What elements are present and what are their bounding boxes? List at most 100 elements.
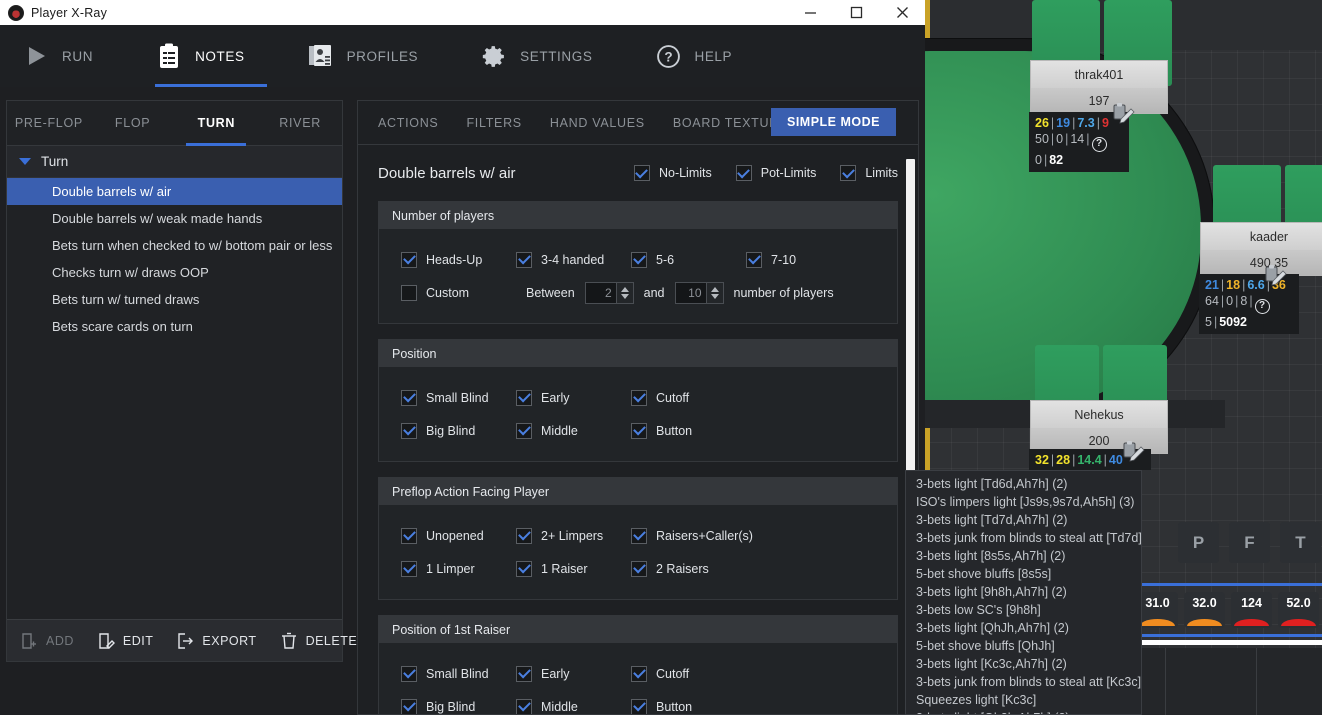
- checkbox-position-button-box[interactable]: [631, 422, 647, 439]
- checkbox-1-raiser[interactable]: 1 Raiser: [516, 560, 588, 577]
- max-players-stepper[interactable]: [674, 281, 724, 304]
- checkbox-3-4-handed-box[interactable]: [516, 251, 532, 268]
- nav-item-help[interactable]: ? HELP: [654, 25, 754, 87]
- checkbox-position-small-blind-box[interactable]: [401, 389, 417, 406]
- stat-chip[interactable]: 32.0: [1184, 592, 1225, 628]
- checkbox-position-cutoff-box[interactable]: [631, 389, 647, 406]
- checkbox-raiser-button-box[interactable]: [631, 698, 647, 714]
- delete-note-button[interactable]: DELETE: [279, 631, 358, 651]
- tab-actions[interactable]: ACTIONS: [364, 116, 452, 130]
- add-note-button[interactable]: ADD: [19, 631, 74, 651]
- nav-item-profiles[interactable]: PROFILES: [307, 25, 441, 87]
- checkbox-7-10-box[interactable]: [746, 251, 762, 268]
- checkbox-5-6-box[interactable]: [631, 251, 647, 268]
- seat-nehekus[interactable]: Nehekus 200: [1030, 400, 1168, 454]
- tab-river[interactable]: RIVER: [258, 101, 342, 145]
- checkbox-1-limper-box[interactable]: [401, 560, 417, 577]
- checkbox-raiser-small-blind[interactable]: Small Blind: [401, 665, 489, 682]
- list-item[interactable]: Double barrels w/ weak made hands: [7, 205, 342, 232]
- min-players-arrows[interactable]: [615, 282, 633, 303]
- simple-mode-button[interactable]: SIMPLE MODE: [771, 108, 896, 136]
- checkbox-position-big-blind[interactable]: Big Blind: [401, 422, 475, 439]
- min-players-stepper[interactable]: [584, 281, 634, 304]
- checkbox-3-4-handed[interactable]: 3-4 handed: [516, 251, 604, 268]
- edit-note-button[interactable]: EDIT: [96, 631, 153, 651]
- checkbox-raiser-cutoff-box[interactable]: [631, 665, 647, 682]
- checkbox-unopened-box[interactable]: [401, 527, 417, 544]
- checkbox-custom-box[interactable]: [401, 284, 417, 301]
- checkbox-5-6[interactable]: 5-6: [631, 251, 674, 268]
- max-players-input[interactable]: [675, 282, 706, 303]
- close-icon[interactable]: [879, 0, 925, 25]
- seat-kaader[interactable]: kaader 490.35: [1200, 222, 1322, 276]
- tab-preflop[interactable]: PRE-FLOP: [7, 101, 91, 145]
- checkbox-pot-limits[interactable]: Pot-Limits: [735, 165, 816, 181]
- max-players-arrows[interactable]: [705, 282, 723, 303]
- list-item[interactable]: Bets turn w/ turned draws: [7, 286, 342, 313]
- checkbox-position-early[interactable]: Early: [516, 389, 569, 406]
- note-pen-icon[interactable]: [1263, 264, 1289, 288]
- tab-flop[interactable]: FLOP: [91, 101, 175, 145]
- checkbox-custom[interactable]: Custom: [401, 284, 469, 301]
- checkbox-2-raisers-box[interactable]: [631, 560, 647, 577]
- stepper-down-icon[interactable]: [710, 293, 719, 299]
- checkbox-no-limits[interactable]: No-Limits: [633, 165, 712, 181]
- checkbox-2-raisers[interactable]: 2 Raisers: [631, 560, 709, 577]
- checkbox-raisers-callers-box[interactable]: [631, 527, 647, 544]
- checkbox-position-cutoff[interactable]: Cutoff: [631, 389, 689, 406]
- min-players-input[interactable]: [585, 282, 616, 303]
- chevron-down-icon[interactable]: [19, 158, 31, 165]
- checkbox-1-raiser-box[interactable]: [516, 560, 532, 577]
- checkbox-position-early-box[interactable]: [516, 389, 532, 406]
- stat-chip[interactable]: 31.0: [1137, 592, 1178, 628]
- checkbox-2-plus-limpers[interactable]: 2+ Limpers: [516, 527, 603, 544]
- checkbox-position-middle[interactable]: Middle: [516, 422, 578, 439]
- nav-item-settings[interactable]: SETTINGS: [480, 25, 614, 87]
- checkbox-position-middle-box[interactable]: [516, 422, 532, 439]
- tab-filters[interactable]: FILTERS: [452, 116, 535, 130]
- checkbox-position-big-blind-box[interactable]: [401, 422, 417, 439]
- checkbox-raiser-big-blind[interactable]: Big Blind: [401, 698, 475, 714]
- tab-turn[interactable]: TURN: [175, 101, 259, 145]
- checkbox-7-10[interactable]: 7-10: [746, 251, 796, 268]
- list-item[interactable]: Checks turn w/ draws OOP: [7, 259, 342, 286]
- question-mark-icon[interactable]: ?: [1091, 136, 1107, 152]
- checkbox-no-limits-box[interactable]: [633, 165, 650, 181]
- checkbox-1-limper[interactable]: 1 Limper: [401, 560, 475, 577]
- checkbox-raisers-callers[interactable]: Raisers+Caller(s): [631, 527, 753, 544]
- checkbox-heads-up-box[interactable]: [401, 251, 417, 268]
- checkbox-unopened[interactable]: Unopened: [401, 527, 484, 544]
- nav-item-run[interactable]: RUN: [22, 25, 115, 87]
- list-item[interactable]: Bets turn when checked to w/ bottom pair…: [7, 232, 342, 259]
- action-button-f[interactable]: F: [1229, 522, 1270, 563]
- seat-thrak401[interactable]: thrak401 197: [1030, 60, 1168, 114]
- checkbox-raiser-big-blind-box[interactable]: [401, 698, 417, 714]
- list-item[interactable]: Double barrels w/ air: [7, 178, 342, 205]
- list-item[interactable]: Bets scare cards on turn: [7, 313, 342, 340]
- action-button-p[interactable]: P: [1178, 522, 1219, 563]
- stepper-up-icon[interactable]: [710, 286, 719, 292]
- checkbox-raiser-middle-box[interactable]: [516, 698, 532, 714]
- stat-chip[interactable]: 124: [1231, 592, 1272, 628]
- question-mark-icon[interactable]: ?: [1254, 298, 1270, 314]
- nav-item-notes[interactable]: NOTES: [155, 25, 267, 87]
- action-button-t[interactable]: T: [1280, 522, 1321, 563]
- checkbox-raiser-cutoff[interactable]: Cutoff: [631, 665, 689, 682]
- stepper-up-icon[interactable]: [620, 286, 629, 292]
- checkbox-raiser-early[interactable]: Early: [516, 665, 569, 682]
- checkbox-raiser-early-box[interactable]: [516, 665, 532, 682]
- checkbox-limits[interactable]: Limits: [840, 165, 898, 181]
- export-note-button[interactable]: EXPORT: [175, 631, 256, 651]
- tab-hand-values[interactable]: HAND VALUES: [536, 116, 659, 130]
- minimize-icon[interactable]: [787, 0, 833, 25]
- checkbox-position-button[interactable]: Button: [631, 422, 692, 439]
- checkbox-raiser-small-blind-box[interactable]: [401, 665, 417, 682]
- note-pen-icon[interactable]: [1121, 440, 1147, 464]
- checkbox-heads-up[interactable]: Heads-Up: [401, 251, 482, 268]
- checkbox-position-small-blind[interactable]: Small Blind: [401, 389, 489, 406]
- tree-root-turn[interactable]: Turn: [7, 146, 342, 178]
- checkbox-raiser-button[interactable]: Button: [631, 698, 692, 714]
- checkbox-pot-limits-box[interactable]: [735, 165, 752, 181]
- checkbox-2-plus-limpers-box[interactable]: [516, 527, 532, 544]
- stepper-down-icon[interactable]: [620, 293, 629, 299]
